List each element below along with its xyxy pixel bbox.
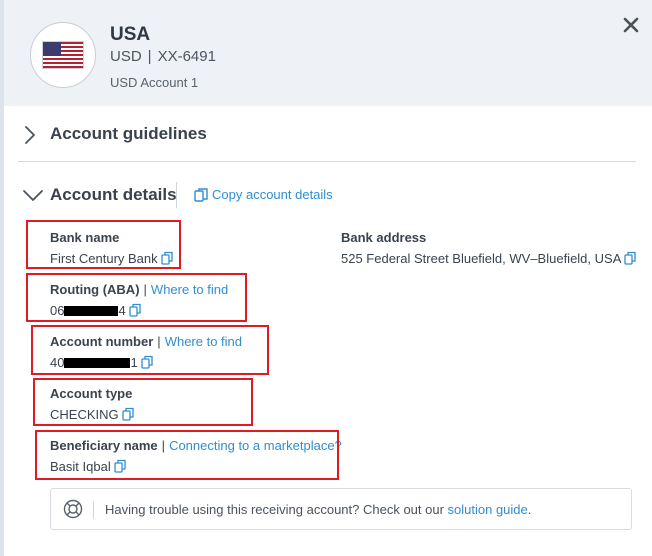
copy-account-type-button[interactable] bbox=[121, 407, 134, 424]
masked-account-number: XX-6491 bbox=[157, 48, 216, 65]
bank-name-field: Bank name First Century Bank bbox=[50, 230, 173, 268]
routing-label: Routing (ABA) bbox=[50, 282, 140, 297]
guidelines-toggle[interactable]: Account guidelines bbox=[22, 124, 322, 146]
account-summary: USD | XX-6491 bbox=[110, 48, 216, 65]
beneficiary-value: Basit Iqbal bbox=[50, 459, 111, 474]
us-flag-icon bbox=[43, 42, 83, 68]
copy-bank-address-button[interactable] bbox=[624, 251, 637, 268]
account-header: USA USD | XX-6491 USD Account 1 bbox=[4, 0, 652, 106]
account-number-suffix: 1 bbox=[130, 355, 138, 370]
chevron-right-icon bbox=[25, 126, 35, 144]
details-toggle[interactable]: Account details bbox=[22, 185, 177, 207]
copy-icon bbox=[624, 251, 637, 265]
country-title: USA bbox=[110, 24, 151, 45]
copy-account-details-label: Copy account details bbox=[212, 187, 333, 203]
lifebuoy-icon bbox=[63, 499, 83, 519]
copy-bank-name-button[interactable] bbox=[161, 251, 173, 268]
account-number-prefix: 40 bbox=[50, 355, 65, 370]
account-details-panel: USA USD | XX-6491 USD Account 1 Account gu… bbox=[0, 0, 652, 556]
notice-end: . bbox=[527, 502, 532, 517]
account-number-label: Account number bbox=[50, 334, 154, 349]
section-divider bbox=[18, 161, 636, 162]
summary-separator: | bbox=[147, 48, 152, 65]
account-label: USD Account 1 bbox=[110, 75, 199, 90]
guidelines-title: Account guidelines bbox=[50, 124, 207, 143]
routing-value-suffix: 4 bbox=[118, 303, 126, 318]
bank-address-label: Bank address bbox=[341, 230, 427, 245]
details-separator bbox=[176, 182, 177, 208]
beneficiary-field: Beneficiary name | Connecting to a marketp… bbox=[50, 438, 342, 476]
copy-account-details-button[interactable]: Copy account details bbox=[194, 186, 333, 203]
help-notice: Having trouble using this receiving acco… bbox=[50, 488, 632, 530]
account-type-value: CHECKING bbox=[50, 407, 119, 422]
solution-guide-link[interactable]: solution guide bbox=[448, 502, 528, 517]
flag-avatar bbox=[30, 22, 96, 88]
copy-account-number-button[interactable] bbox=[141, 355, 153, 372]
close-button[interactable] bbox=[620, 14, 642, 36]
copy-icon bbox=[161, 251, 173, 265]
copy-icon bbox=[129, 303, 141, 317]
marketplace-link[interactable]: Connecting to a marketplace? bbox=[169, 438, 342, 453]
copy-icon bbox=[141, 355, 153, 369]
routing-field: Routing (ABA) | Where to find 06 4 bbox=[50, 282, 229, 320]
redacted-account-number bbox=[64, 358, 131, 368]
bank-address-value: 525 Federal Street Bluefield, WV–Bluefie… bbox=[341, 251, 622, 266]
account-number-where-to-find-link[interactable]: Where to find bbox=[165, 334, 242, 349]
account-type-field: Account type CHECKING bbox=[50, 386, 134, 424]
account-number-field: Account number | Where to find 40 1 bbox=[50, 334, 243, 372]
close-icon bbox=[623, 17, 639, 33]
copy-routing-button[interactable] bbox=[129, 303, 141, 320]
bank-name-value: First Century Bank bbox=[50, 251, 158, 266]
copy-icon bbox=[114, 459, 126, 473]
routing-value-prefix: 06 bbox=[50, 303, 65, 318]
redacted-routing bbox=[64, 306, 119, 316]
beneficiary-label: Beneficiary name bbox=[50, 438, 158, 453]
copy-beneficiary-button[interactable] bbox=[114, 459, 126, 476]
bank-address-field: Bank address 525 Federal Street Bluefiel… bbox=[341, 230, 637, 268]
chevron-down-icon bbox=[23, 190, 43, 201]
currency-code: USD bbox=[110, 48, 142, 65]
details-title: Account details bbox=[50, 185, 177, 204]
notice-separator bbox=[93, 501, 94, 519]
routing-where-to-find-link[interactable]: Where to find bbox=[151, 282, 228, 297]
notice-text: Having trouble using this receiving acco… bbox=[105, 502, 531, 517]
copy-icon bbox=[194, 187, 208, 202]
copy-icon bbox=[121, 407, 134, 421]
account-type-label: Account type bbox=[50, 386, 133, 401]
bank-name-label: Bank name bbox=[50, 230, 120, 245]
notice-message: Having trouble using this receiving acco… bbox=[105, 502, 448, 517]
